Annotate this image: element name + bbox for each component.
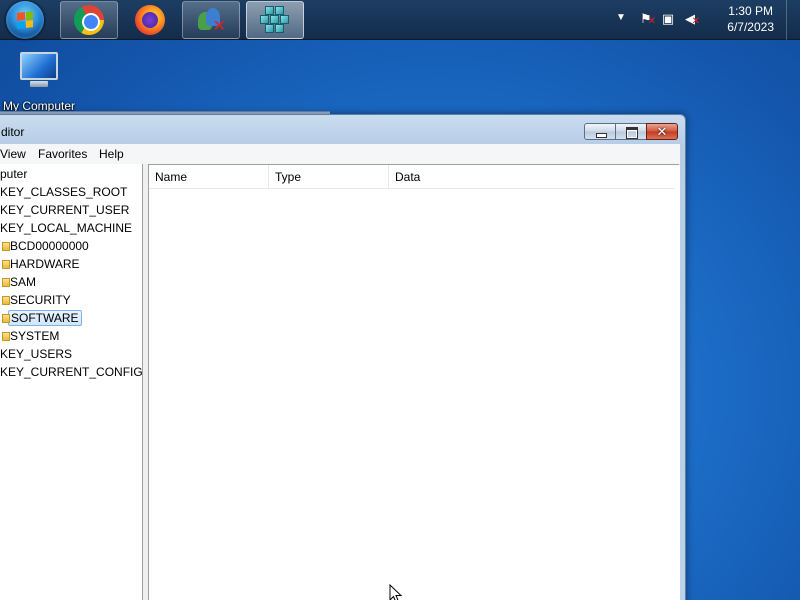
registry-editor-window: ditor ✕ View Favorites Help puter KEY_CL…: [0, 114, 686, 600]
column-header-type[interactable]: Type: [269, 165, 389, 189]
my-computer-icon: [18, 52, 60, 88]
menu-bar: View Favorites Help: [0, 144, 680, 164]
network-icon[interactable]: ▣: [660, 11, 676, 27]
folder-icon: [2, 278, 10, 287]
menu-view[interactable]: View: [0, 147, 26, 161]
list-header: Name Type Data: [149, 165, 679, 189]
column-header-data[interactable]: Data: [389, 165, 679, 189]
column-header-name[interactable]: Name: [149, 165, 269, 189]
users-taskbar-button[interactable]: ✕: [182, 1, 240, 39]
chrome-icon: [74, 5, 104, 35]
folder-icon: [2, 260, 10, 269]
folder-icon: [2, 242, 10, 251]
windows-logo-icon: [17, 11, 33, 29]
clock-date: 6/7/2023: [727, 20, 774, 34]
close-button[interactable]: ✕: [646, 123, 678, 140]
clock[interactable]: 1:30 PM 6/7/2023: [727, 3, 774, 35]
start-button[interactable]: [6, 1, 44, 39]
tree-item-hardware[interactable]: HARDWARE: [2, 255, 80, 273]
chrome-taskbar-button[interactable]: [60, 1, 118, 39]
tree-item-hkey-classes-root[interactable]: KEY_CLASSES_ROOT: [0, 183, 127, 201]
desktop-icon-my-computer[interactable]: My Computer: [0, 48, 80, 114]
title-bar[interactable]: ditor ✕: [0, 115, 685, 145]
minimize-button[interactable]: [584, 123, 616, 140]
taskbar: ✕ ▼ ⚑ ✕ ▣ ◀ ✕ 1:30 PM 6/7/2023: [0, 0, 800, 40]
folder-icon: [2, 314, 10, 323]
tree-item-security[interactable]: SECURITY: [2, 291, 71, 309]
tree-item-root[interactable]: puter: [0, 165, 27, 183]
menu-favorites[interactable]: Favorites: [38, 147, 87, 161]
show-desktop-button[interactable]: [786, 0, 800, 40]
tree-item-system[interactable]: SYSTEM: [2, 327, 59, 345]
folder-icon: [2, 332, 10, 341]
maximize-button[interactable]: [615, 123, 647, 140]
clock-time: 1:30 PM: [728, 4, 773, 18]
tree-item-software[interactable]: SOFTWARE: [2, 309, 82, 327]
system-tray: ▼ ⚑ ✕ ▣ ◀ ✕ 1:30 PM 6/7/2023: [610, 0, 800, 40]
folder-icon: [2, 296, 10, 305]
values-list-pane[interactable]: Name Type Data: [148, 164, 680, 600]
close-icon: ✕: [656, 124, 668, 139]
action-center-flag-icon[interactable]: ⚑ ✕: [638, 11, 656, 27]
tree-item-sam[interactable]: SAM: [2, 273, 36, 291]
regedit-taskbar-button[interactable]: [246, 1, 304, 39]
users-icon: ✕: [196, 6, 226, 35]
tree-item-bcd00000000[interactable]: BCD00000000: [2, 237, 89, 255]
key-tree-pane[interactable]: puter KEY_CLASSES_ROOT KEY_CURRENT_USER …: [0, 164, 143, 600]
tree-item-hkey-current-user[interactable]: KEY_CURRENT_USER: [0, 201, 129, 219]
firefox-taskbar-button[interactable]: [121, 1, 179, 39]
list-scroll-edge: [674, 165, 680, 600]
client-area: puter KEY_CLASSES_ROOT KEY_CURRENT_USER …: [0, 164, 680, 600]
regedit-icon: [260, 5, 290, 35]
window-controls: ✕: [584, 123, 678, 140]
firefox-icon: [135, 5, 165, 35]
menu-help[interactable]: Help: [99, 147, 124, 161]
window-title: ditor: [1, 125, 25, 139]
mouse-cursor-icon: [389, 584, 403, 600]
show-hidden-icons-arrow[interactable]: ▼: [614, 12, 628, 23]
tree-item-hkey-users[interactable]: KEY_USERS: [0, 345, 72, 363]
tree-item-hkey-current-config[interactable]: KEY_CURRENT_CONFIG: [0, 363, 142, 381]
volume-muted-icon[interactable]: ◀ ✕: [682, 11, 700, 27]
tree-item-hkey-local-machine[interactable]: KEY_LOCAL_MACHINE: [0, 219, 132, 237]
